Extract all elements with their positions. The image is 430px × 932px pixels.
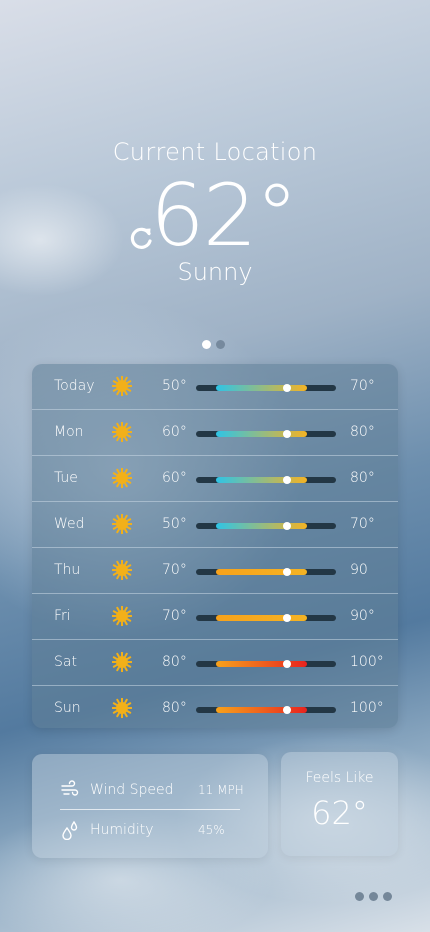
weather-condition: Sunny <box>177 258 253 286</box>
temperature-range-bar <box>196 430 336 438</box>
temperature-range-bar <box>196 384 336 392</box>
forecast-day: Mon <box>54 424 84 440</box>
temperature-range-bar <box>196 614 336 622</box>
temperature-range-bar <box>196 522 336 530</box>
forecast-low: 70° <box>162 608 187 624</box>
temperature-range-fill <box>215 707 307 713</box>
forecast-low: 50° <box>162 378 187 394</box>
forecast-low: 80° <box>162 700 187 716</box>
page-dot-2[interactable] <box>216 340 225 349</box>
forecast-day: Sat <box>54 654 77 670</box>
current-temp-marker <box>283 384 291 392</box>
forecast-high: 80° <box>350 424 375 440</box>
sun-icon <box>111 559 133 581</box>
more-dot <box>355 892 364 901</box>
forecast-high: 70° <box>350 516 375 532</box>
divider <box>60 809 240 810</box>
current-temp-marker <box>283 614 291 622</box>
forecast-day: Fri <box>54 608 71 624</box>
more-dot <box>383 892 392 901</box>
forecast-day: Sun <box>54 700 81 716</box>
temperature-range-fill <box>215 661 307 667</box>
forecast-low: 70° <box>162 562 187 578</box>
forecast-high: 100° <box>350 654 384 670</box>
current-temp-marker <box>283 660 291 668</box>
temperature-range-bar <box>196 476 336 484</box>
forecast-day: Tue <box>54 470 78 486</box>
humidity-label: Humidity <box>90 822 154 838</box>
forecast-high: 80° <box>350 470 375 486</box>
temperature-range-fill <box>215 569 307 575</box>
page-dot-1[interactable] <box>202 340 211 349</box>
forecast-row[interactable]: Today 50° 70° <box>32 364 398 410</box>
feels-like-label: Feels Like <box>305 770 374 786</box>
sun-icon <box>111 513 133 535</box>
forecast-low: 60° <box>162 424 187 440</box>
location-title: Current Location <box>112 138 318 166</box>
sun-icon <box>111 697 133 719</box>
forecast-row[interactable]: Mon 60° 80° <box>32 410 398 456</box>
forecast-row[interactable]: Thu 70° 90 <box>32 548 398 594</box>
temperature-range-fill <box>215 385 307 391</box>
humidity-icon <box>62 820 78 840</box>
forecast-high: 90° <box>350 608 375 624</box>
forecast-row[interactable]: Fri 70° 90° <box>32 594 398 640</box>
current-temp-marker <box>283 568 291 576</box>
forecast-row[interactable]: Wed 50° 70° <box>32 502 398 548</box>
forecast-day: Thu <box>54 562 81 578</box>
more-options-icon[interactable] <box>355 892 392 901</box>
sun-icon <box>111 375 133 397</box>
sun-icon <box>111 651 133 673</box>
wind-speed-label: Wind Speed <box>90 782 174 798</box>
forecast-high: 70° <box>350 378 375 394</box>
forecast-day: Wed <box>54 516 85 532</box>
temperature-range-fill <box>215 431 307 437</box>
current-temperature: 62° <box>150 166 298 266</box>
page-indicator[interactable] <box>202 340 225 349</box>
wind-speed-value: 11 MPH <box>198 783 244 797</box>
forecast-high: 100° <box>350 700 384 716</box>
humidity-row: Humidity 45% <box>60 820 250 840</box>
forecast-high: 90 <box>350 562 368 578</box>
forecast-low: 50° <box>162 516 187 532</box>
temperature-range-bar <box>196 568 336 576</box>
wind-icon <box>61 780 79 796</box>
temperature-range-fill <box>215 523 307 529</box>
forecast-row[interactable]: Sat 80° 100° <box>32 640 398 686</box>
forecast-low: 60° <box>162 470 187 486</box>
forecast-panel: Today 50° 70° Mon 60° 80° Tue 60° 80° Wed 50° 70° Th… <box>32 364 398 728</box>
temperature-range-bar <box>196 660 336 668</box>
wind-humidity-card: Wind Speed 11 MPH Humidity 45% <box>32 754 268 858</box>
sun-icon <box>111 605 133 627</box>
forecast-row[interactable]: Sun 80° 100° <box>32 686 398 728</box>
temperature-range-bar <box>196 706 336 714</box>
forecast-row[interactable]: Tue 60° 80° <box>32 456 398 502</box>
feels-like-value: 62° <box>311 794 368 832</box>
current-temp-marker <box>283 706 291 714</box>
forecast-day: Today <box>54 378 95 394</box>
sun-icon <box>111 421 133 443</box>
current-temp-marker <box>283 430 291 438</box>
more-dot <box>369 892 378 901</box>
sun-icon <box>111 467 133 489</box>
current-temp-marker <box>283 476 291 484</box>
feels-like-card: Feels Like 62° <box>281 752 398 856</box>
temperature-range-fill <box>215 477 307 483</box>
wind-speed-row: Wind Speed 11 MPH <box>60 780 250 800</box>
temperature-range-fill <box>215 615 307 621</box>
humidity-value: 45% <box>198 823 225 837</box>
forecast-low: 80° <box>162 654 187 670</box>
current-temp-marker <box>283 522 291 530</box>
